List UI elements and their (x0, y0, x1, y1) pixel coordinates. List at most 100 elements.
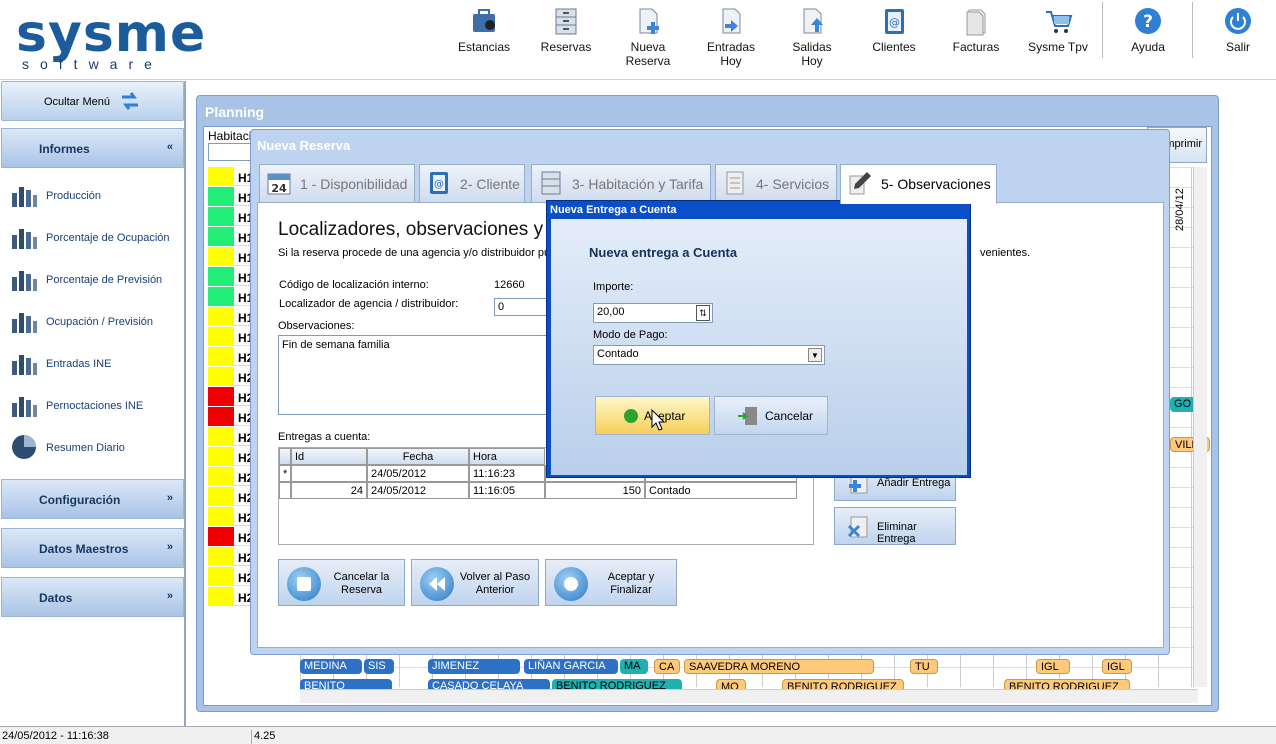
toolbar-salir-button[interactable]: Salir (1212, 6, 1264, 66)
modo-pago-select[interactable]: Contado ▼ (593, 345, 825, 365)
tab-servicios[interactable]: 4- Servicios (715, 164, 837, 202)
booking-block[interactable]: MEDINA (300, 659, 362, 674)
sidebar-item-ocupacion-prevision[interactable]: Ocupación / Previsión (10, 307, 180, 337)
sidebar-item-porcentaje-ocupacion[interactable]: Porcentaje de Ocupación (10, 223, 180, 253)
svg-text:@: @ (889, 16, 900, 29)
tab-habitacion-tarifa[interactable]: 3- Habitación y Tarifa (531, 164, 711, 202)
document-out-icon (803, 8, 823, 34)
vertical-scrollbar[interactable] (1193, 167, 1207, 687)
toolbar-estancias-button[interactable]: Estancias (456, 6, 512, 66)
toolbar-nueva-reserva-button[interactable]: Nueva Reserva (608, 6, 688, 68)
grid-header-id[interactable]: Id (291, 448, 367, 465)
toolbar-clientes-button[interactable]: @ Clientes (868, 6, 920, 66)
section-informes[interactable]: Informes « (1, 128, 184, 168)
booking-block[interactable]: SIS (364, 659, 394, 674)
habitacion-label: Habitaci (208, 129, 252, 143)
cell-value: 24 (350, 485, 363, 497)
grid-cell-id[interactable]: 24 (291, 482, 367, 499)
aceptar-finalizar-button[interactable]: Aceptar y Finalizar (545, 559, 677, 606)
list-icon (726, 171, 744, 195)
sidebar-item-resumen-diario[interactable]: Resumen Diario (10, 433, 180, 463)
grid-cell-fecha[interactable]: 24/05/2012 (367, 482, 469, 499)
habitacion-input[interactable] (208, 143, 256, 161)
chevron-up-icon: « (166, 141, 173, 153)
tab-disponibilidad[interactable]: 24 1 - Disponibilidad (259, 164, 415, 202)
status-version: 4.25 (254, 730, 276, 742)
address-book-icon: @ (885, 9, 904, 34)
toolbar-facturas-button[interactable]: Facturas (950, 6, 1002, 66)
section-configuracion[interactable]: Configuración » (1, 479, 184, 519)
spinner-icon[interactable]: ⇅ (696, 305, 710, 321)
room-status-swatch (208, 267, 234, 286)
grid-header-fecha[interactable]: Fecha (367, 448, 469, 465)
cancelar-reserva-button[interactable]: Cancelar la Reserva (278, 559, 405, 606)
sidebar-item-pernoctaciones-ine[interactable]: Pernoctaciones INE (10, 391, 180, 421)
localizador-input[interactable]: 0 (494, 298, 554, 316)
booking-block[interactable]: TU (910, 659, 938, 674)
grid-cell-hora[interactable]: 11:16:23 (469, 465, 545, 482)
section-description-end: venientes. (980, 247, 1031, 259)
horizontal-scrollbar[interactable] (300, 689, 1198, 703)
eliminar-entrega-button[interactable]: Eliminar Entrega (834, 507, 956, 545)
section-datos[interactable]: Datos » (1, 577, 184, 617)
toolbar-label: Nueva Reserva (625, 40, 671, 68)
sidebar-item-label: Porcentaje de Ocupación (46, 232, 170, 244)
booking-block[interactable]: CA (654, 659, 680, 674)
suitcase-icon (473, 9, 495, 32)
toolbar-sysme-tpv-button[interactable]: Sysme Tpv (1028, 6, 1088, 66)
logo-main: sysme (16, 4, 207, 64)
tab-cliente[interactable]: @ 2- Cliente (419, 164, 525, 202)
sidebar-item-entradas-ine[interactable]: Entradas INE (10, 349, 180, 379)
toolbar-label: Entradas Hoy (706, 40, 756, 68)
grid-cell-fecha[interactable]: 24/05/2012 (367, 465, 469, 482)
booking-block[interactable]: LIÑAN GARCIA (524, 659, 618, 674)
tab-observaciones[interactable]: 5- Observaciones (840, 164, 997, 204)
cart-icon (1046, 11, 1073, 33)
section-label: Datos Maestros (39, 542, 129, 556)
grid-cell-id[interactable] (291, 465, 367, 482)
grid-cell-importe[interactable]: 150 (545, 482, 645, 499)
booking-block[interactable]: IGL (1102, 659, 1132, 674)
sidebar-item-porcentaje-prevision[interactable]: Porcentaje de Previsión (10, 265, 180, 295)
invoice-icon (966, 9, 986, 36)
section-datos-maestros[interactable]: Datos Maestros » (1, 528, 184, 568)
grid-cell-hora[interactable]: 11:16:05 (469, 482, 545, 499)
toolbar-entradas-hoy-button[interactable]: Entradas Hoy (696, 6, 766, 68)
modo-pago-label: Modo de Pago: (593, 329, 668, 341)
chevron-down-icon: » (166, 541, 173, 553)
observaciones-textarea[interactable]: Fin de semana familia (278, 335, 550, 415)
chevron-down-icon: » (166, 492, 173, 504)
booking-block[interactable]: MA (620, 659, 648, 674)
toolbar-label: Salidas Hoy (792, 40, 832, 68)
sysme-logo: sysme software (16, 4, 205, 74)
cell-value: Contado (649, 485, 691, 497)
hide-menu-button[interactable]: Ocultar Menú (1, 81, 184, 121)
toolbar-reservas-button[interactable]: Reservas (538, 6, 594, 66)
tab-label: 5- Observaciones (881, 176, 991, 192)
tab-label: 1 - Disponibilidad (300, 176, 408, 192)
importe-input[interactable]: 20,00 ⇅ (593, 303, 713, 323)
room-status-swatch (208, 167, 234, 186)
cancelar-button[interactable]: Cancelar (714, 396, 828, 435)
sidebar-item-label: Entradas INE (46, 358, 112, 370)
status-bar: 24/05/2012 - 11:16:38 4.25 (0, 726, 1276, 744)
toolbar-label: Estancias (457, 40, 511, 54)
sidebar-item-label: Pernoctaciones INE (46, 400, 144, 412)
booking-block[interactable]: JIMENEZ (428, 659, 520, 674)
power-icon (1225, 8, 1251, 34)
section-heading: Localizadores, observaciones y e (278, 219, 559, 240)
dropdown-arrow-icon[interactable]: ▼ (808, 348, 822, 362)
booking-block[interactable]: IGL (1036, 659, 1070, 674)
room-status-swatch (208, 387, 234, 406)
section-label: Informes (39, 142, 90, 156)
section-label: Configuración (39, 493, 121, 507)
volver-paso-anterior-button[interactable]: Volver al Paso Anterior (411, 559, 539, 606)
sidebar-item-produccion[interactable]: Producción (10, 181, 180, 211)
room-status-swatch (208, 507, 234, 526)
toolbar-ayuda-button[interactable]: ? Ayuda (1120, 6, 1176, 66)
toolbar-salidas-hoy-button[interactable]: Salidas Hoy (782, 6, 842, 68)
dialog-title: Nueva Entrega a Cuenta (550, 204, 677, 216)
grid-header-hora[interactable]: Hora (469, 448, 545, 465)
grid-cell-modo[interactable]: Contado (645, 482, 797, 499)
booking-block[interactable]: SAAVEDRA MORENO (684, 659, 874, 674)
